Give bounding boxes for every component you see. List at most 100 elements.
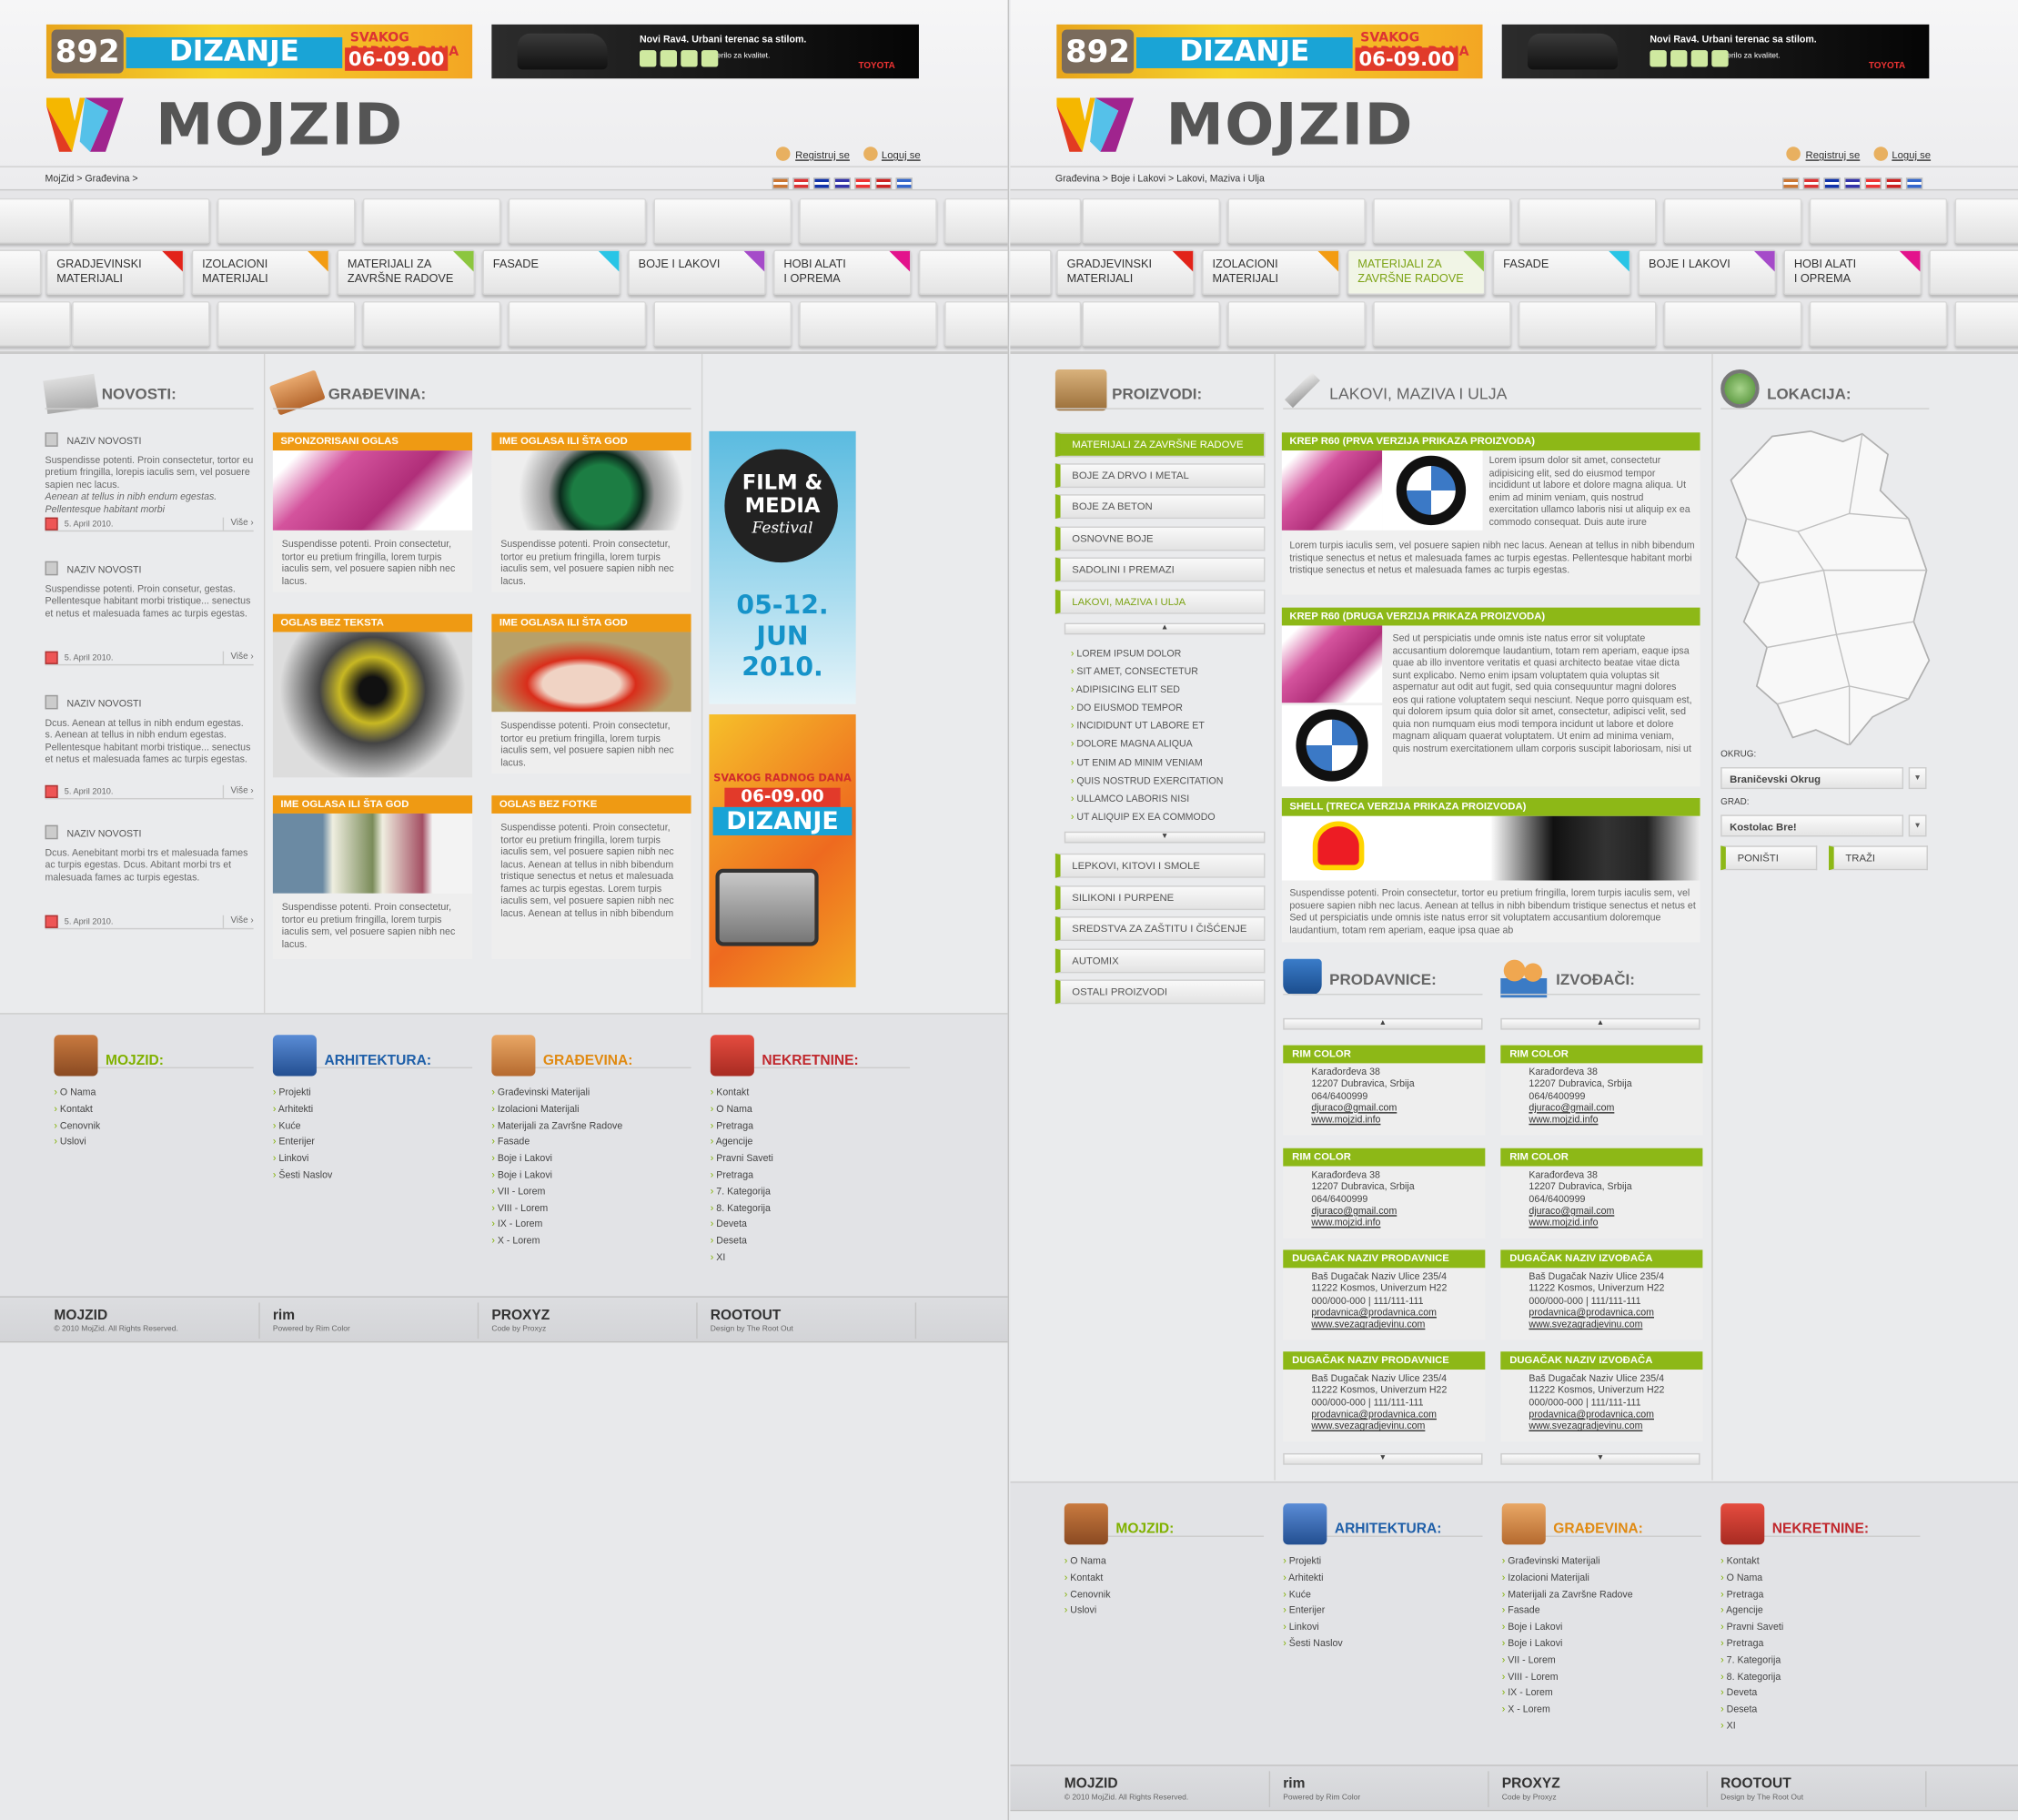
ad-box[interactable]: IME OGLASA ILI ŠTA GOD Suspendisse potent… [491, 613, 691, 774]
footer-link[interactable]: Kontakt [54, 1102, 253, 1118]
footbar-item-2[interactable]: PROXYZ Code by Proxyz [491, 1302, 698, 1340]
shop-email[interactable]: djuraco@gmail.com [1311, 1102, 1485, 1114]
ad-dizanje-vertical[interactable]: SVAKOG RADNOG DANA 06-09.00 DIZANJE [709, 714, 856, 987]
footer-link[interactable]: Linkovi [273, 1151, 472, 1168]
footer-link[interactable]: Boje i Lakovi [1502, 1636, 1701, 1653]
ad-image[interactable] [272, 450, 473, 531]
footer-link[interactable]: Pretraga [1720, 1636, 1920, 1653]
subcategory-item[interactable]: Adipisicing elit sed [1071, 682, 1224, 700]
ad-image[interactable] [491, 450, 691, 531]
ad-image[interactable] [491, 632, 691, 713]
subcategory-item[interactable]: Ut enim ad minim veniam [1071, 753, 1224, 772]
news-title[interactable]: NAZIV NOVOSTI [45, 564, 254, 576]
category-item[interactable]: Materijali za završne radove [1054, 432, 1266, 458]
grad-dropdown-button[interactable]: ▼ [1908, 814, 1927, 837]
category-item[interactable]: Sadolini i premazi [1054, 557, 1266, 582]
footer-link[interactable]: Cenovnik [54, 1118, 253, 1135]
banner-toyota[interactable]: Novi Rav4. Urbani terenac sa stilom. Meri… [491, 24, 919, 79]
category-item[interactable]: Sredstva za zaštitu i čišćenje [1054, 916, 1266, 941]
flag-icon[interactable] [1802, 177, 1821, 189]
footer-link[interactable]: Projekti [273, 1085, 472, 1101]
category-item[interactable]: Lepkovi, kitovi i smole [1054, 853, 1266, 878]
footer-link[interactable]: X - Lorem [1502, 1702, 1701, 1718]
footer-link[interactable]: Pretraga [711, 1168, 910, 1184]
ad-box[interactable]: SPONZORISANI OGLAS Suspendisse potenti. P… [272, 432, 473, 592]
category-item[interactable]: Boje za drvo i metal [1054, 463, 1266, 489]
flag-icon[interactable] [1782, 177, 1800, 189]
footer-link[interactable]: Pravni Saveti [1720, 1620, 1920, 1636]
shop-card[interactable]: DUGAČAK NAZIV IZVOĐAČA Baš Dugačak Naziv … [1500, 1351, 1703, 1442]
ad-box[interactable]: IME OGLASA ILI ŠTA GOD Suspendisse potent… [491, 432, 691, 592]
shop-website[interactable]: www.svezagradjevinu.com [1311, 1420, 1485, 1431]
footer-link[interactable]: VIII - Lorem [491, 1200, 691, 1217]
nav-item-1[interactable]: Izolacioni materijali [1202, 249, 1340, 295]
footbar-item-1[interactable]: rim Powered by Rim Color [273, 1302, 479, 1340]
flag-icon[interactable] [1823, 177, 1841, 189]
nav-item-5[interactable]: Hobi alati i oprema [773, 249, 912, 295]
login-link[interactable]: Loguj se [882, 149, 921, 161]
flag-icon[interactable] [1885, 177, 1902, 189]
shop-email[interactable]: prodavnica@prodavnica.com [1529, 1408, 1702, 1420]
footer-link[interactable]: Boje i Lakovi [1502, 1620, 1701, 1636]
flag-icon[interactable] [812, 177, 831, 189]
footer-link[interactable]: O Nama [1064, 1553, 1264, 1570]
footer-link[interactable]: Uslovi [54, 1135, 253, 1151]
subcategory-item[interactable]: Incididunt ut labore et [1071, 717, 1224, 735]
shop-website[interactable]: www.mojzid.info [1311, 1114, 1485, 1126]
shop-website[interactable]: www.mojzid.info [1529, 1114, 1702, 1126]
footbar-item-2[interactable]: PROXYZ Code by Proxyz [1502, 1771, 1709, 1807]
footer-link[interactable]: Kontakt [1720, 1553, 1920, 1570]
footbar-item-1[interactable]: rim Powered by Rim Color [1283, 1771, 1489, 1807]
footer-link[interactable]: Šesti Naslov [273, 1168, 472, 1184]
footer-link[interactable]: Pravni Saveti [711, 1151, 910, 1168]
sub-scroll-down-button[interactable]: ▼ [1064, 831, 1266, 844]
footer-link[interactable]: Pretraga [1720, 1587, 1920, 1603]
shop-email[interactable]: prodavnica@prodavnica.com [1529, 1307, 1702, 1319]
nav-item-0[interactable]: Gradjevinski materijali [45, 249, 185, 295]
ad-box[interactable]: OGLAS BEZ FOTKE Suspendisse potenti. Proi… [491, 795, 691, 959]
nav-item-2[interactable]: Materijali za završne radove [1347, 249, 1486, 295]
footer-link[interactable]: 7. Kategorija [711, 1184, 910, 1200]
news-more-link[interactable]: Više › [223, 517, 254, 531]
login-link[interactable]: Loguj se [1892, 149, 1931, 161]
footer-link[interactable]: Deseta [1720, 1702, 1920, 1718]
footbar-item-3[interactable]: ROOTOUT Design by The Root Out [711, 1302, 917, 1340]
footer-link[interactable]: Deseta [711, 1233, 910, 1249]
shop-card[interactable]: RIM COLOR Karađorđeva 38 12207 Dubravica, … [1500, 1148, 1703, 1239]
subcategory-item[interactable]: Dolore magna aliqua [1071, 735, 1224, 753]
footbar-item-3[interactable]: ROOTOUT Design by The Root Out [1720, 1771, 1927, 1807]
contractors-scroll-down-button[interactable]: ▼ [1500, 1452, 1700, 1465]
footer-link[interactable]: X - Lorem [491, 1233, 691, 1249]
footer-link[interactable]: XI [1720, 1718, 1920, 1734]
grad-select[interactable]: Kostolac Bre! [1720, 814, 1904, 837]
flag-icon[interactable] [772, 177, 790, 189]
footer-link[interactable]: Fasade [1502, 1603, 1701, 1620]
shops-scroll-down-button[interactable]: ▼ [1283, 1452, 1483, 1465]
footer-link[interactable]: Fasade [491, 1135, 691, 1151]
nav-item-4[interactable]: Boje i lakovi [628, 249, 766, 295]
footer-link[interactable]: Kuće [1283, 1587, 1482, 1603]
footer-link[interactable]: Deveta [1720, 1685, 1920, 1702]
banner-dizanje[interactable]: 892DIZANJESVAKOG RADNOG DANA06-09.00 [1056, 24, 1483, 79]
shop-email[interactable]: prodavnica@prodavnica.com [1311, 1408, 1485, 1420]
footer-link[interactable]: Građevinski Materijali [1502, 1553, 1701, 1570]
register-link[interactable]: Registruj se [795, 149, 850, 161]
footer-link[interactable]: 8. Kategorija [1720, 1669, 1920, 1685]
footer-link[interactable]: VIII - Lorem [1502, 1669, 1701, 1685]
nav-item-1[interactable]: Izolacioni materijali [191, 249, 330, 295]
footer-link[interactable]: Boje i Lakovi [491, 1151, 691, 1168]
ad-image[interactable] [272, 813, 473, 894]
ad-film-festival[interactable]: FILM & MEDIA Festival 05-12. JUN 2010. [709, 430, 856, 704]
flag-icon[interactable] [792, 177, 810, 189]
footbar-item-0[interactable]: MOJZID © 2010 MojZid. All Rights Reserved… [54, 1302, 260, 1340]
product-box[interactable]: SHELL (TRECA VERZIJA PRIKAZA PROIZVODA) S… [1281, 797, 1700, 943]
news-more-link[interactable]: Više › [223, 651, 254, 664]
logo-text[interactable]: MOJZID [156, 90, 403, 158]
shop-website[interactable]: www.mojzid.info [1529, 1217, 1702, 1228]
footer-link[interactable]: Materijali za Završne Radove [491, 1118, 691, 1135]
footer-link[interactable]: Šesti Naslov [1283, 1636, 1482, 1653]
category-item[interactable]: Lakovi, maziva i ulja [1054, 589, 1266, 614]
footer-link[interactable]: Linkovi [1283, 1620, 1482, 1636]
register-link[interactable]: Registruj se [1806, 149, 1861, 161]
flag-icon[interactable] [854, 177, 872, 189]
